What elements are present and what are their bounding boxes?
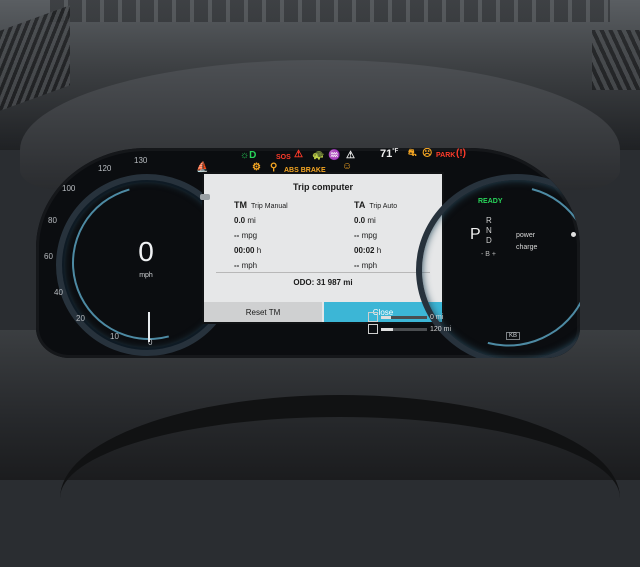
- odometer: ODO: 31 987 mi: [293, 278, 353, 287]
- gear-r: R: [486, 216, 492, 225]
- electric-range-bar: [381, 315, 427, 319]
- trip-manual-column: TM Trip Manual 0.0 mi -- mpg 00:00 h -- m…: [234, 200, 344, 270]
- instrument-cluster: 130 120 100 80 60 40 20 10 0 0 mph ⛵ ☼D …: [36, 148, 580, 358]
- trip-manual-label: Trip Manual: [251, 203, 288, 210]
- trip-manual-code: TM: [234, 200, 247, 210]
- speed-value: 0: [138, 236, 154, 267]
- gear-n: N: [486, 226, 492, 235]
- speed-tick: 100: [62, 184, 76, 193]
- dialog-divider: [216, 272, 430, 273]
- brake-mode: - B +: [481, 251, 496, 258]
- speed-tick: 130: [134, 156, 148, 165]
- trip-manual-header: TM Trip Manual: [234, 200, 344, 210]
- vin-badge: KB: [506, 332, 521, 340]
- reset-tm-button[interactable]: Reset TM: [204, 302, 322, 322]
- electric-range-value: 0 mi: [430, 313, 444, 321]
- charge-label: charge: [516, 244, 538, 251]
- speed-tick: 20: [76, 314, 85, 323]
- fuel-range-value: 120 mi: [430, 325, 452, 333]
- speed-needle: [148, 312, 150, 342]
- trip-manual-time: 00:00 h: [234, 246, 262, 255]
- speed-unit: mph: [139, 272, 153, 279]
- fog-light-icon: ☼D: [240, 150, 257, 161]
- trip-manual-speed: -- mph: [234, 261, 258, 270]
- speed-tick: 40: [54, 288, 63, 297]
- wiper-icon: ♒: [328, 150, 341, 161]
- outside-temperature: 71°F: [380, 148, 399, 160]
- speed-tick: 120: [98, 164, 112, 173]
- speed-tick: 80: [48, 216, 57, 225]
- trip-manual-consumption: -- mpg: [234, 231, 258, 240]
- power-charge-label: power charge: [516, 230, 537, 254]
- fuel-range-row: 120 mi: [368, 324, 451, 334]
- power-label: power: [516, 232, 536, 239]
- gear-d: D: [486, 236, 492, 245]
- air-vent-right: [592, 30, 640, 90]
- park-brake-indicator: PARK: [436, 152, 456, 159]
- ready-indicator: READY: [478, 198, 503, 205]
- trip-computer-dialog: Trip computer TM Trip Manual 0.0 mi -- mp…: [202, 172, 444, 324]
- turtle-icon: 🐢: [312, 150, 325, 161]
- fuel-range-bar: [381, 327, 427, 331]
- trip-manual-distance: 0.0 mi: [234, 216, 256, 225]
- trip-auto-code: TA: [354, 200, 366, 210]
- tire-pressure-icon: (!): [456, 148, 466, 159]
- power-indicator-dot: [571, 232, 576, 237]
- fuel-pump-icon: [368, 324, 378, 334]
- driver-alert-icon: ☹: [422, 148, 433, 159]
- warning-triangle-icon: ⚠: [294, 149, 303, 160]
- speed-tick: 10: [110, 332, 119, 341]
- dialog-title: Trip computer: [292, 182, 353, 192]
- trip-auto-label: Trip Auto: [369, 203, 398, 210]
- speed-tick: 60: [44, 252, 53, 261]
- gear-selected: P: [470, 226, 481, 243]
- electric-range-row: 0 mi: [368, 312, 443, 322]
- sensor-dot: [200, 194, 210, 200]
- air-vent-top: [50, 0, 610, 22]
- traction-off-icon: ⛐: [408, 148, 417, 159]
- sos-indicator: SOS: [276, 154, 291, 161]
- gear-list: R N D: [486, 216, 492, 246]
- battery-icon: [368, 312, 378, 322]
